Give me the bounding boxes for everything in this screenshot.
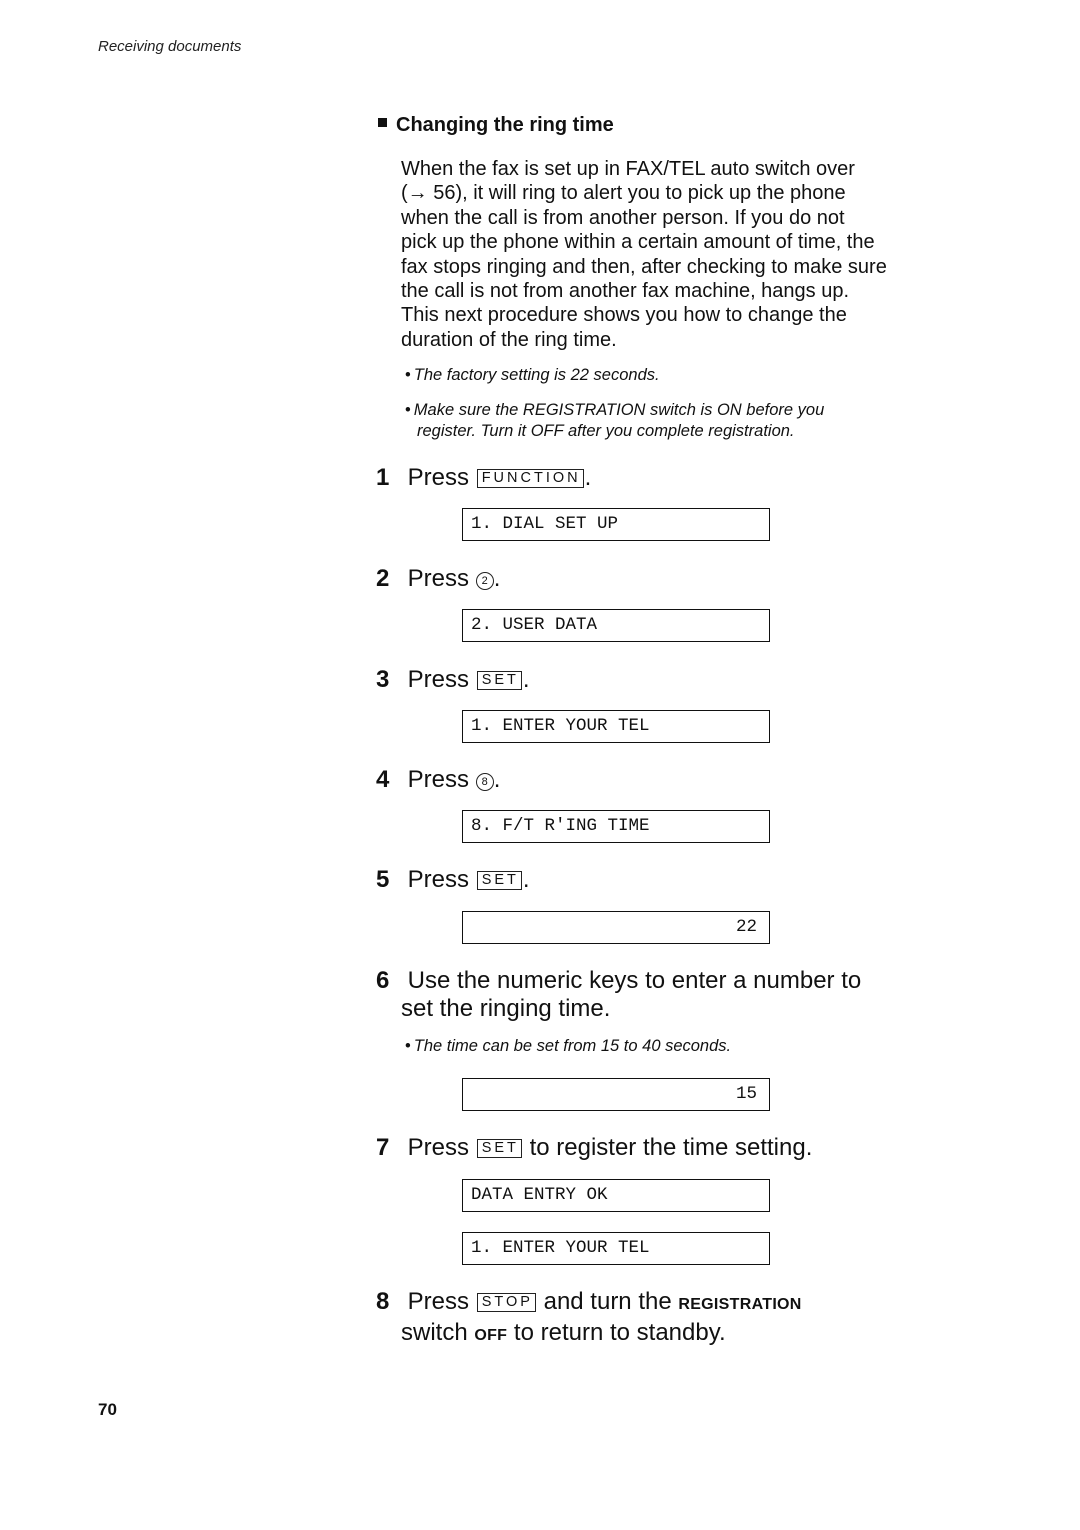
step-text: and turn the bbox=[536, 1288, 679, 1315]
step-1: 1 Press FUNCTION. bbox=[376, 464, 591, 492]
step-text: to return to standby. bbox=[507, 1319, 726, 1346]
note-factory-setting: • The factory setting is 22 seconds. bbox=[405, 365, 905, 386]
lcd-display: 1. ENTER YOUR TEL bbox=[462, 710, 770, 743]
step-text: . bbox=[522, 666, 530, 693]
step-7: 7 Press SET to register the time setting… bbox=[376, 1134, 812, 1162]
intro-line: pick up the phone within a certain amoun… bbox=[401, 231, 875, 254]
section-heading-text: Changing the ring time bbox=[396, 114, 614, 136]
registration-label: REGISTRATION bbox=[678, 1296, 802, 1313]
running-head: Receiving documents bbox=[98, 38, 242, 55]
page-number: 70 bbox=[98, 1400, 117, 1419]
numeric-key-8[interactable]: 8 bbox=[475, 773, 494, 791]
step-text: . bbox=[493, 766, 501, 793]
step-text: Press bbox=[407, 565, 470, 592]
step-text: Press bbox=[407, 866, 470, 893]
lcd-display: 2. USER DATA bbox=[462, 609, 770, 642]
intro-line: the call is not from another fax machine… bbox=[401, 280, 850, 303]
off-label: OFF bbox=[474, 1327, 508, 1344]
section-heading: Changing the ring time bbox=[378, 114, 614, 137]
bullet-icon: • bbox=[405, 366, 411, 384]
step-number: 8 bbox=[376, 1288, 390, 1315]
numeric-key-2[interactable]: 2 bbox=[475, 572, 494, 590]
step-text: to register the time setting. bbox=[522, 1134, 813, 1161]
intro-paragraph: When the fax is set up in FAX/TEL auto s… bbox=[401, 157, 931, 352]
stop-key[interactable]: STOP bbox=[476, 1293, 536, 1312]
note-time-range: • The time can be set from 15 to 40 secon… bbox=[405, 1036, 905, 1057]
step-2: 2 Press 2. bbox=[376, 565, 500, 593]
step-6: 6 Use the numeric keys to enter a number… bbox=[376, 967, 861, 1023]
intro-line: When the fax is set up in FAX/TEL auto s… bbox=[401, 158, 855, 180]
step-text: . bbox=[584, 464, 592, 491]
bullet-icon: • bbox=[405, 401, 411, 419]
step-text: switch bbox=[401, 1319, 475, 1346]
step-text: Use the numeric keys to enter a number t… bbox=[407, 967, 862, 994]
step-text: Press bbox=[407, 464, 470, 491]
note-text: The time can be set from 15 to 40 second… bbox=[413, 1037, 732, 1055]
square-bullet-icon bbox=[378, 118, 387, 127]
step-text: . bbox=[522, 866, 530, 893]
step-4: 4 Press 8. bbox=[376, 766, 500, 794]
step-8: 8 Press STOP and turn the REGISTRATION sw… bbox=[376, 1288, 802, 1350]
step-number: 5 bbox=[376, 866, 390, 893]
note-text: Make sure the REGISTRATION switch is ON … bbox=[413, 401, 825, 419]
step-number: 4 bbox=[376, 766, 390, 793]
step-number: 3 bbox=[376, 666, 390, 693]
lcd-display: 8. F/T R'ING TIME bbox=[462, 810, 770, 843]
bullet-icon: • bbox=[405, 1037, 411, 1055]
intro-line: fax stops ringing and then, after checki… bbox=[401, 255, 887, 278]
step-5: 5 Press SET. bbox=[376, 866, 530, 894]
step-number: 7 bbox=[376, 1134, 390, 1161]
note-registration-switch: • Make sure the REGISTRATION switch is ON… bbox=[405, 400, 905, 442]
set-key[interactable]: SET bbox=[476, 871, 522, 890]
step-number: 2 bbox=[376, 565, 390, 592]
intro-line: This next procedure shows you how to cha… bbox=[401, 304, 847, 327]
lcd-display: 1. DIAL SET UP bbox=[462, 508, 770, 541]
function-key[interactable]: FUNCTION bbox=[476, 469, 584, 488]
set-key[interactable]: SET bbox=[476, 1139, 522, 1158]
intro-line: (→ 56), it will ring to alert you to pic… bbox=[401, 182, 846, 205]
step-text: . bbox=[493, 565, 501, 592]
intro-line: when the call is from another person. If… bbox=[401, 206, 845, 229]
step-3: 3 Press SET. bbox=[376, 666, 530, 694]
step-text: Press bbox=[407, 1288, 470, 1315]
step-text: Press bbox=[407, 666, 470, 693]
lcd-display: 15 bbox=[462, 1078, 770, 1111]
note-text: The factory setting is 22 seconds. bbox=[413, 366, 660, 384]
set-key[interactable]: SET bbox=[476, 671, 522, 690]
step-text: Press bbox=[407, 1134, 470, 1161]
step-number: 1 bbox=[376, 464, 390, 491]
note-text: register. Turn it OFF after you complete… bbox=[417, 422, 795, 440]
lcd-display: 1. ENTER YOUR TEL bbox=[462, 1232, 770, 1265]
step-text: set the ringing time. bbox=[401, 995, 611, 1022]
intro-line: duration of the ring time. bbox=[401, 328, 617, 351]
lcd-display: 22 bbox=[462, 911, 770, 944]
step-number: 6 bbox=[376, 967, 390, 994]
step-text: Press bbox=[407, 766, 470, 793]
lcd-display: DATA ENTRY OK bbox=[462, 1179, 770, 1212]
